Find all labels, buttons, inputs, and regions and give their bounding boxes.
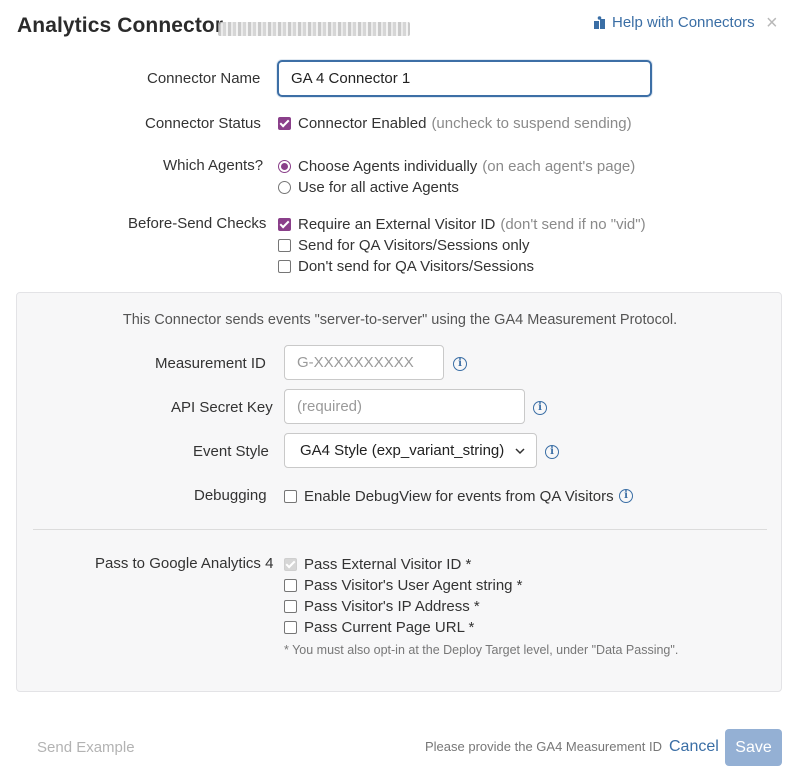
connector-name-label: Connector Name (147, 70, 261, 87)
checkbox-unchecked[interactable] (284, 600, 297, 613)
connector-status-label: Connector Status (145, 115, 261, 132)
checkbox-checked-disabled (284, 558, 297, 571)
agents-option-individual[interactable]: Choose Agents individually (on each agen… (278, 158, 635, 175)
pass-to-ga4-label: Pass to Google Analytics 4 (95, 555, 274, 572)
checkbox-unchecked[interactable] (278, 260, 291, 273)
check-no-qa[interactable]: Don't send for QA Visitors/Sessions (278, 258, 534, 275)
pass-external-vid: Pass External Visitor ID * (284, 556, 471, 573)
api-secret-input[interactable] (284, 389, 525, 424)
send-example-button[interactable]: Send Example (37, 739, 135, 756)
radio-selected[interactable] (278, 160, 291, 173)
pass-option-label: Pass Visitor's User Agent string * (304, 577, 523, 594)
checkbox-unchecked[interactable] (284, 621, 297, 634)
check-label: Send for QA Visitors/Sessions only (298, 237, 530, 254)
panel-divider (33, 529, 767, 530)
measurement-id-input[interactable] (284, 345, 444, 380)
connector-enabled-label: Connector Enabled (298, 115, 427, 132)
pass-option-label: Pass Current Page URL * (304, 619, 475, 636)
check-require-vid[interactable]: Require an External Visitor ID (don't se… (278, 216, 646, 233)
check-qa-only[interactable]: Send for QA Visitors/Sessions only (278, 237, 530, 254)
before-send-checks-label: Before-Send Checks (128, 215, 267, 232)
agents-option-label: Use for all active Agents (298, 179, 459, 196)
measurement-id-label: Measurement ID (155, 355, 266, 372)
book-icon (593, 15, 607, 30)
cancel-button[interactable]: Cancel (669, 738, 719, 756)
panel-note: This Connector sends events "server-to-s… (122, 312, 678, 328)
which-agents-label: Which Agents? (163, 157, 264, 174)
event-style-value: GA4 Style (exp_variant_string) (300, 442, 505, 459)
help-with-connectors-link[interactable]: Help with Connectors (593, 14, 755, 31)
radio-unselected[interactable] (278, 181, 291, 194)
connector-enabled-hint: (uncheck to suspend sending) (431, 115, 632, 132)
pass-option-label: Pass Visitor's IP Address * (304, 598, 480, 615)
pass-user-agent[interactable]: Pass Visitor's User Agent string * (284, 577, 523, 594)
event-style-label: Event Style (193, 443, 269, 460)
debugview-label: Enable DebugView for events from QA Visi… (304, 488, 614, 505)
save-button[interactable]: Save (725, 729, 782, 766)
connector-enabled-checkbox[interactable]: Connector Enabled (uncheck to suspend se… (278, 115, 632, 132)
dialog-title: Analytics Connector (17, 14, 224, 37)
debugview-checkbox[interactable]: Enable DebugView for events from QA Visi… (284, 488, 614, 505)
opt-in-footnote: * You must also opt-in at the Deploy Tar… (284, 643, 679, 657)
connector-id-redacted (218, 22, 410, 36)
debugging-label: Debugging (194, 487, 267, 504)
agents-option-hint: (on each agent's page) (482, 158, 636, 175)
api-secret-label: API Secret Key (171, 399, 273, 416)
check-hint: (don't send if no "vid") (500, 216, 646, 233)
chevron-down-icon (515, 448, 525, 455)
agents-option-all[interactable]: Use for all active Agents (278, 179, 459, 196)
info-icon[interactable]: i (619, 489, 633, 503)
checkbox-unchecked[interactable] (284, 579, 297, 592)
validation-message: Please provide the GA4 Measurement ID (425, 739, 663, 754)
ga4-settings-panel: This Connector sends events "server-to-s… (16, 292, 782, 692)
check-label: Don't send for QA Visitors/Sessions (298, 258, 535, 275)
close-icon[interactable]: × (766, 13, 778, 33)
pass-ip-address[interactable]: Pass Visitor's IP Address * (284, 598, 480, 615)
info-icon[interactable]: i (453, 357, 467, 371)
checkbox-checked[interactable] (278, 218, 291, 231)
checkbox-checked[interactable] (278, 117, 291, 130)
pass-page-url[interactable]: Pass Current Page URL * (284, 619, 474, 636)
checkbox-unchecked[interactable] (278, 239, 291, 252)
check-label: Require an External Visitor ID (298, 216, 496, 233)
connector-name-input[interactable] (277, 60, 652, 97)
event-style-select[interactable]: GA4 Style (exp_variant_string) (284, 433, 537, 468)
pass-option-label: Pass External Visitor ID * (304, 556, 472, 573)
info-icon[interactable]: i (533, 401, 547, 415)
help-link-label: Help with Connectors (612, 14, 755, 31)
agents-option-label: Choose Agents individually (298, 158, 478, 175)
checkbox-unchecked[interactable] (284, 490, 297, 503)
info-icon[interactable]: i (545, 445, 559, 459)
